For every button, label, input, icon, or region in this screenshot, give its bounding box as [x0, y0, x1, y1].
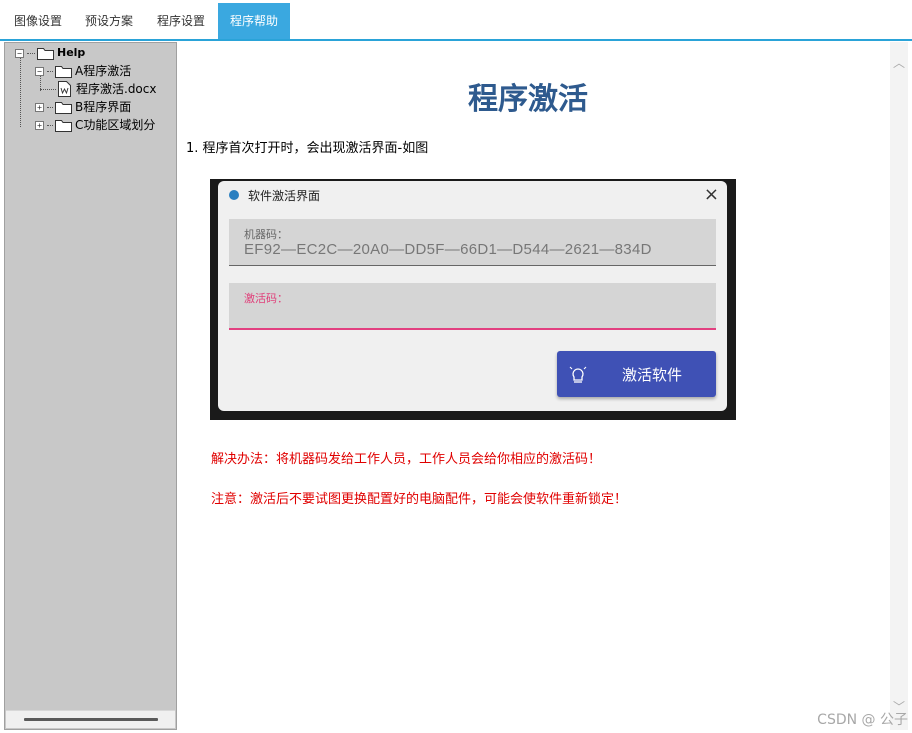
tree-node-label: 程序激活.docx — [76, 82, 157, 96]
lightbulb-icon — [569, 366, 587, 383]
tree-dots — [47, 106, 53, 108]
activation-dialog-screenshot: 软件激活界面 × 机器码： EF92—EC2C—20A0—DD5F—66D1—D… — [210, 179, 736, 420]
scrollbar-thumb[interactable] — [24, 718, 158, 721]
collapse-icon[interactable]: − — [15, 48, 24, 58]
tab-program-settings[interactable]: 程序设置 — [148, 3, 214, 39]
close-icon: × — [703, 184, 719, 205]
expand-icon[interactable]: + — [35, 102, 44, 112]
word-document-icon — [58, 81, 71, 97]
solution-note: 解决办法：将机器码发给工作人员，工作人员会给你相应的激活码！ — [211, 452, 602, 467]
page-title: 程序激活 — [468, 82, 588, 117]
watermark: CSDN @ 公子 — [817, 712, 908, 728]
tree-node-doc[interactable]: 程序激活.docx — [40, 80, 156, 98]
folder-icon — [37, 47, 54, 60]
tree-node-label: A程序激活 — [75, 64, 132, 78]
warning-note: 注意：激活后不要试图更换配置好的电脑配件，可能会使软件重新锁定！ — [211, 492, 628, 507]
tree-dots — [27, 52, 35, 54]
tree-node-label: C功能区域划分 — [75, 118, 156, 132]
tab-bar: 图像设置 预设方案 程序设置 程序帮助 — [0, 0, 912, 41]
tree-node-label: Help — [57, 46, 86, 59]
tab-program-help[interactable]: 程序帮助 — [218, 3, 290, 39]
content-vertical-scrollbar[interactable]: ︿ ﹀ — [890, 42, 908, 730]
tree-dots — [47, 70, 53, 72]
step-1-text: 1. 程序首次打开时，会出现激活界面-如图 — [186, 141, 429, 156]
tab-image-settings[interactable]: 图像设置 — [6, 3, 70, 39]
tree-dots — [40, 88, 56, 90]
dialog-title: 软件激活界面 — [248, 189, 321, 203]
tree-node-a[interactable]: − A程序激活 — [35, 62, 131, 80]
tree-node-c[interactable]: + C功能区域划分 — [35, 116, 155, 134]
help-content: 程序激活 1. 程序首次打开时，会出现激活界面-如图 软件激活界面 × 机器码：… — [178, 42, 890, 730]
tree-node-label: B程序界面 — [75, 100, 132, 114]
tree-node-help[interactable]: − Help — [15, 44, 85, 62]
machine-code-value: EF92—EC2C—20A0—DD5F—66D1—D544—2621—834D — [244, 241, 652, 258]
folder-icon — [55, 101, 72, 114]
activation-code-label: 激活码： — [244, 292, 288, 305]
machine-code-field: 机器码： EF92—EC2C—20A0—DD5F—66D1—D544—2621—… — [229, 219, 716, 266]
machine-code-label: 机器码： — [244, 228, 288, 241]
expand-icon[interactable]: + — [35, 120, 44, 130]
collapse-icon[interactable]: − — [35, 66, 44, 76]
tab-presets[interactable]: 预设方案 — [76, 3, 142, 39]
app-logo-icon — [229, 190, 239, 200]
folder-icon — [55, 119, 72, 132]
help-tree-panel: − Help − A程序激活 程序激活.docx + B程序界面 + C功能区域… — [4, 42, 177, 730]
activation-code-field: 激活码： — [229, 283, 716, 330]
activation-dialog: 软件激活界面 × 机器码： EF92—EC2C—20A0—DD5F—66D1—D… — [218, 181, 727, 411]
folder-icon — [55, 65, 72, 78]
tree-node-b[interactable]: + B程序界面 — [35, 98, 131, 116]
activate-button-label: 激活软件 — [622, 366, 683, 384]
tree-horizontal-scrollbar[interactable] — [6, 710, 175, 728]
tree-connector — [20, 57, 21, 127]
scroll-up-icon[interactable]: ︿ — [893, 54, 905, 71]
tree-dots — [47, 124, 53, 126]
activate-software-button: 激活软件 — [557, 351, 716, 397]
